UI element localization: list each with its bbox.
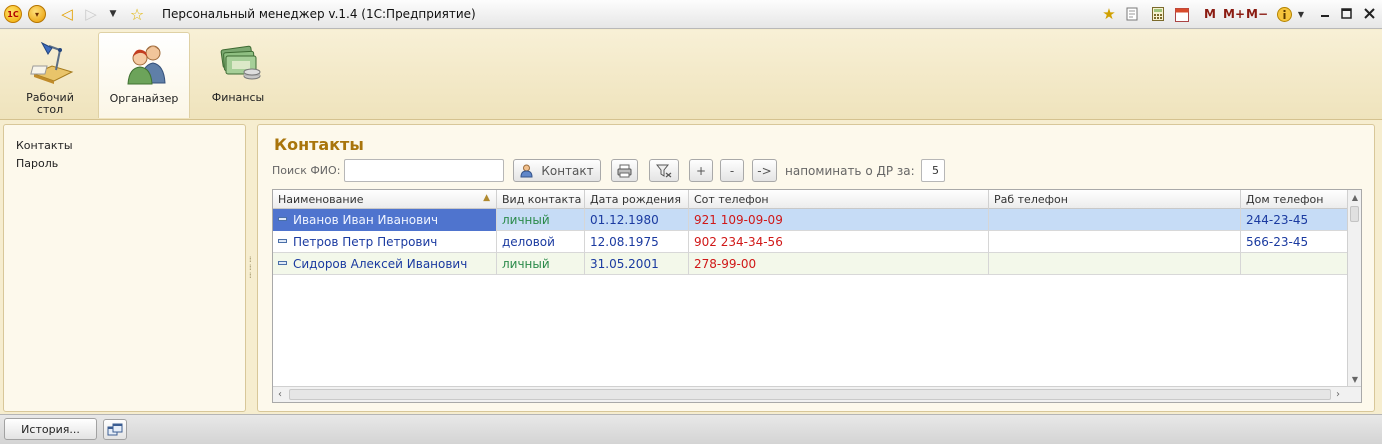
main-menu-icon[interactable]: ▾ [28,5,46,23]
history-dropdown-icon[interactable]: ▼ [104,5,122,23]
sort-ascending-icon: ▲ [483,193,490,203]
title-bar: 1С ▾ ◁ ▷ ▼ ☆ Персональный менеджер v.1.4… [0,0,1382,29]
row-marker-icon [278,260,287,265]
cell-work-phone[interactable] [989,253,1241,275]
cell-home-phone[interactable] [1241,253,1347,275]
search-label: Поиск ФИО: [272,164,341,177]
column-header-label: Наименование [278,193,364,206]
scroll-up-icon[interactable]: ▲ [1348,190,1361,204]
scroll-thumb[interactable] [1350,206,1359,222]
table-row[interactable]: Сидоров Алексей Иванович личный 31.05.20… [273,253,1347,275]
cell-birthdate[interactable]: 31.05.2001 [585,253,689,275]
table-header: Наименование ▲ Вид контакта Дата рождени… [273,190,1347,209]
window-title: Персональный менеджер v.1.4 (1С:Предприя… [162,7,476,21]
memory-m-button[interactable]: M [1204,5,1216,23]
scroll-thumb[interactable] [289,389,1331,400]
column-header-birthdate[interactable]: Дата рождения [585,190,689,209]
people-icon [125,41,169,85]
column-header-home-phone[interactable]: Дом телефон [1241,190,1347,209]
contact-button-label: Контакт [541,163,594,178]
scroll-down-icon[interactable]: ▼ [1348,372,1361,386]
calendar-icon[interactable] [1174,5,1190,23]
add-button[interactable]: + [689,159,713,182]
section-label: Органайзер [109,92,179,105]
contacts-table: Наименование ▲ Вид контакта Дата рождени… [272,189,1362,403]
column-header-work-phone[interactable]: Раб телефон [989,190,1241,209]
cell-work-phone[interactable] [989,231,1241,253]
navigation-panel: Контакты Пароль [3,124,246,412]
cell-name-text: Иванов Иван Иванович [293,213,439,227]
sections-panel: Рабочий стол Органайзер Финансы [0,30,1382,120]
minimize-icon[interactable] [1316,4,1334,22]
favorites-star-icon[interactable]: ☆ [128,5,146,24]
section-desktop[interactable]: Рабочий стол [4,32,96,118]
table-row[interactable]: Иванов Иван Иванович личный 01.12.1980 9… [273,209,1347,231]
remind-days-field[interactable]: 5 [921,159,945,182]
cell-work-phone[interactable] [989,209,1241,231]
search-input[interactable] [344,159,504,182]
cell-kind[interactable]: деловой [497,231,585,253]
column-header-mobile[interactable]: Сот телефон [689,190,989,209]
nav-item-password[interactable]: Пароль [16,157,58,170]
bookmark-icon[interactable] [1124,5,1140,23]
column-header-name[interactable]: Наименование ▲ [273,190,497,209]
table-row[interactable]: Петров Петр Петрович деловой 12.08.1975 … [273,231,1347,253]
status-bar: История... [0,414,1382,444]
page-title: Контакты [274,135,364,154]
column-header-kind[interactable]: Вид контакта [497,190,585,209]
cell-kind[interactable]: личный [497,253,585,275]
maximize-icon[interactable] [1337,4,1355,22]
section-finance[interactable]: Финансы [192,32,284,118]
cell-mobile[interactable]: 278-99-00 [689,253,989,275]
info-icon[interactable] [1276,5,1292,23]
cell-name-text: Петров Петр Петрович [293,235,438,249]
splitter-grip[interactable]: ⁞ ⁞ ⁞ [249,256,253,280]
add-favorite-icon[interactable]: ★ [1100,5,1118,23]
section-organizer[interactable]: Органайзер [98,32,190,118]
cell-name[interactable]: Петров Петр Петрович [273,231,497,253]
section-label: Финансы [211,91,265,104]
cell-home-phone[interactable]: 244-23-45 [1241,209,1347,231]
cell-name-text: Сидоров Алексей Иванович [293,257,468,271]
memory-mminus-button[interactable]: M− [1246,5,1268,23]
memory-mplus-button[interactable]: M+ [1223,5,1245,23]
close-icon[interactable] [1360,4,1378,22]
contacts-form: Контакты Поиск ФИО: Контакт + - -> напом… [257,124,1375,412]
cell-name[interactable]: Иванов Иван Иванович [273,209,497,231]
back-arrow-icon[interactable]: ◁ [58,5,76,23]
calculator-icon[interactable] [1150,5,1166,23]
scroll-left-icon[interactable]: ‹ [273,387,287,402]
cell-name[interactable]: Сидоров Алексей Иванович [273,253,497,275]
money-icon [218,40,262,84]
cell-home-phone[interactable]: 566-23-45 [1241,231,1347,253]
cell-mobile[interactable]: 902 234-34-56 [689,231,989,253]
cell-kind[interactable]: личный [497,209,585,231]
person-icon [520,164,533,178]
print-button[interactable] [611,159,638,182]
nav-item-contacts[interactable]: Контакты [16,139,73,152]
windows-button[interactable] [103,419,127,440]
windows-icon [107,423,123,437]
cell-birthdate[interactable]: 12.08.1975 [585,231,689,253]
forward-arrow-icon[interactable]: ▷ [82,5,100,23]
filter-button[interactable] [649,159,679,182]
row-marker-icon [278,216,287,221]
cell-birthdate[interactable]: 01.12.1980 [585,209,689,231]
printer-icon [617,164,632,178]
row-marker-icon [278,238,287,243]
filter-icon [656,164,672,178]
desk-lamp-icon [30,40,74,84]
scroll-right-icon[interactable]: › [1331,387,1345,402]
app-logo-icon[interactable]: 1С [4,5,22,23]
remind-label: напоминать о ДР за: [785,164,915,178]
section-label: Рабочий стол [26,91,74,116]
horizontal-scrollbar[interactable]: ‹ › [273,386,1361,402]
history-button[interactable]: История... [4,418,97,440]
cell-mobile[interactable]: 921 109-09-09 [689,209,989,231]
contact-button[interactable]: Контакт [513,159,601,182]
vertical-scrollbar[interactable]: ▲ ▼ [1347,190,1361,386]
next-button[interactable]: -> [752,159,777,182]
remove-button[interactable]: - [720,159,744,182]
info-dropdown-icon[interactable]: ▼ [1296,5,1306,23]
